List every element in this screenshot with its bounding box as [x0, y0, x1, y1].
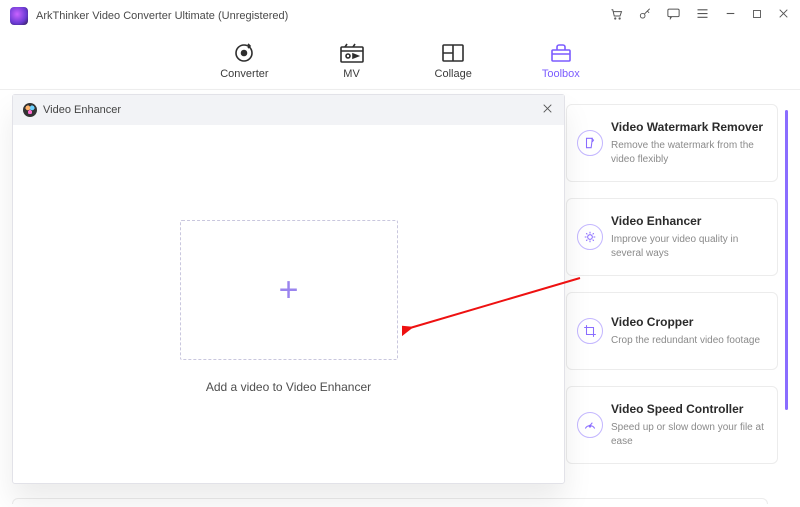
modal-title: Video Enhancer — [43, 104, 121, 116]
tab-toolbox[interactable]: Toolbox — [542, 42, 580, 80]
tools-panel: Video Watermark Remover Remove the water… — [566, 104, 778, 464]
tool-card-video-cropper[interactable]: Video Cropper Crop the redundant video f… — [566, 292, 778, 370]
mv-icon — [339, 42, 365, 64]
tool-desc: Improve your video quality in several wa… — [611, 233, 765, 260]
tool-title: Video Speed Controller — [611, 402, 765, 416]
palette-icon — [23, 103, 37, 117]
maximize-button[interactable] — [751, 7, 763, 25]
cart-icon[interactable] — [609, 6, 624, 26]
window-controls — [609, 6, 790, 26]
tool-title: Video Enhancer — [611, 214, 765, 228]
tool-card-video-enhancer[interactable]: Video Enhancer Improve your video qualit… — [566, 198, 778, 276]
tool-desc: Remove the watermark from the video flex… — [611, 139, 765, 166]
modal-close-button[interactable] — [541, 102, 554, 118]
tab-mv[interactable]: MV — [339, 42, 365, 80]
speed-icon — [577, 412, 603, 438]
tab-label: MV — [343, 68, 360, 80]
tool-card-speed-controller[interactable]: Video Speed Controller Speed up or slow … — [566, 386, 778, 464]
collage-icon — [440, 42, 466, 64]
converter-icon — [231, 42, 257, 64]
plus-icon: + — [279, 271, 299, 310]
modal-body: + Add a video to Video Enhancer — [13, 125, 564, 483]
nav-tabs: Converter MV Collage Toolbox — [0, 32, 800, 90]
scrollbar[interactable] — [785, 110, 788, 410]
tab-collage[interactable]: Collage — [435, 42, 472, 80]
tool-card-watermark-remover[interactable]: Video Watermark Remover Remove the water… — [566, 104, 778, 182]
menu-icon[interactable] — [695, 6, 710, 26]
app-title: ArkThinker Video Converter Ultimate (Unr… — [36, 10, 609, 22]
modal-header: Video Enhancer — [13, 95, 564, 125]
tab-label: Collage — [435, 68, 472, 80]
tab-converter[interactable]: Converter — [220, 42, 268, 80]
tab-label: Toolbox — [542, 68, 580, 80]
cropper-icon — [577, 318, 603, 344]
dropzone-label: Add a video to Video Enhancer — [206, 380, 371, 394]
tab-label: Converter — [220, 68, 268, 80]
content-area: Video Watermark Remover Remove the water… — [0, 90, 800, 507]
tool-title: Video Watermark Remover — [611, 120, 765, 134]
key-icon[interactable] — [638, 7, 652, 26]
title-bar: ArkThinker Video Converter Ultimate (Unr… — [0, 0, 800, 32]
chat-icon[interactable] — [666, 6, 681, 26]
tool-title: Video Cropper — [611, 315, 765, 329]
toolbox-icon — [548, 42, 574, 64]
enhancer-icon — [577, 224, 603, 250]
partial-card-bottom — [12, 498, 768, 504]
tool-desc: Speed up or slow down your file at ease — [611, 421, 765, 448]
video-enhancer-modal: Video Enhancer + Add a video to Video En… — [12, 94, 565, 484]
minimize-button[interactable] — [724, 7, 737, 25]
tool-desc: Crop the redundant video footage — [611, 334, 765, 348]
close-button[interactable] — [777, 7, 790, 25]
watermark-remover-icon — [577, 130, 603, 156]
add-video-dropzone[interactable]: + — [180, 220, 398, 360]
app-logo — [10, 7, 28, 25]
